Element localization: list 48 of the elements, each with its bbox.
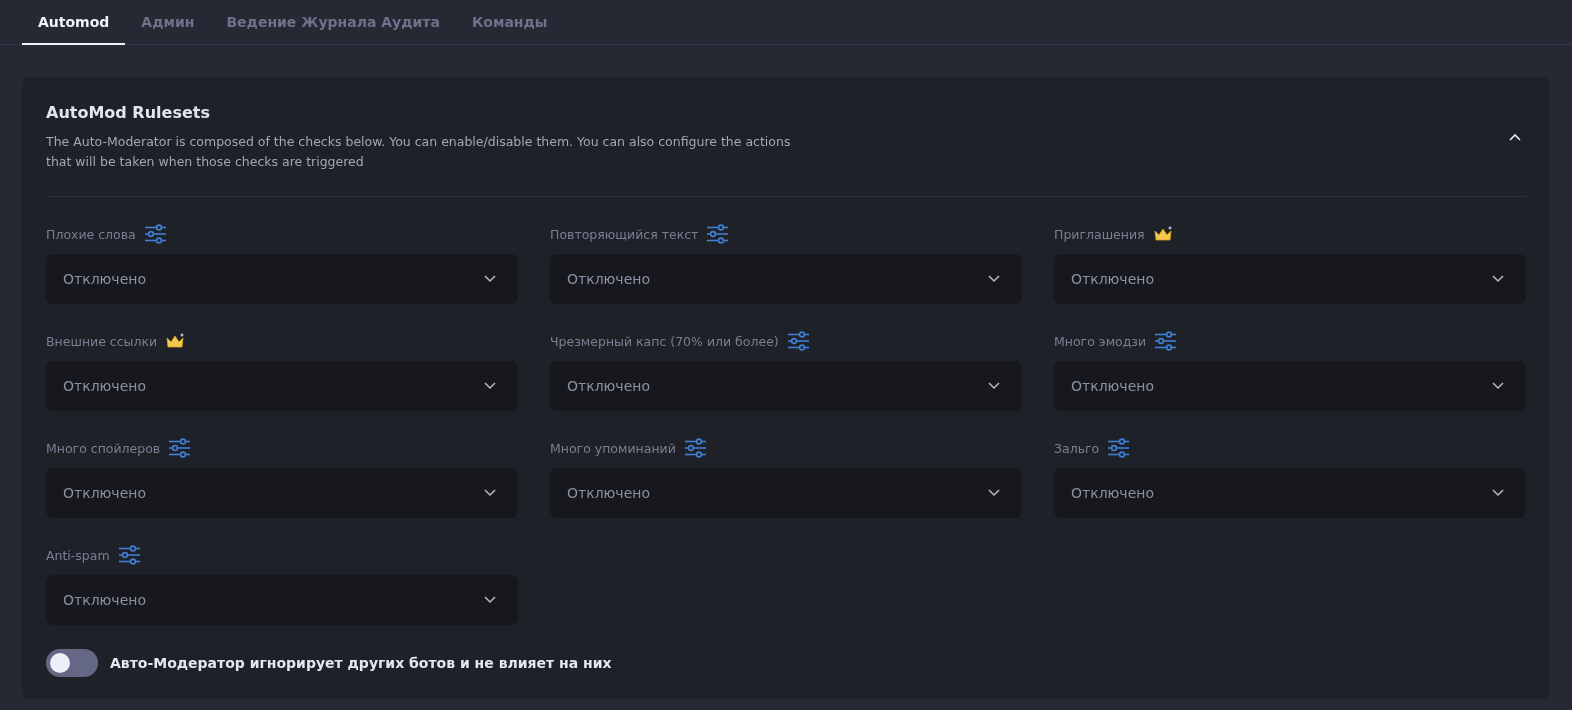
dropdown[interactable]: Отключено [1054,254,1526,304]
crown-icon [166,333,186,349]
dropdown[interactable]: Отключено [550,361,1022,411]
panel-title: AutoMod Rulesets [46,103,211,122]
sliders-icon[interactable] [787,331,809,351]
chevron-down-icon [988,489,1000,497]
rule-label: Плохие слова [46,226,136,242]
chevron-down-icon [1492,382,1504,390]
chevron-down-icon [484,489,496,497]
chevron-down-icon [988,275,1000,283]
rule-label: Зальго [1054,440,1100,456]
tab[interactable]: Команды [455,0,564,45]
tab[interactable]: Ведение Журнала Аудита [210,0,456,45]
rule-label: Много спойлеров [46,440,161,456]
chevron-down-icon [988,382,1000,390]
tab[interactable]: Админ [125,0,211,45]
panel-description: The Auto-Moderator is composed of the checks below. You can enable/disable them. You can also configure the actions that will be taken when those checks are triggered [46,133,792,171]
tab[interactable]: Automod [22,0,126,45]
chevron-down-icon [1492,489,1504,497]
rule-label: Anti-spam [46,547,110,563]
chevron-down-icon [484,382,496,390]
dropdown[interactable]: Отключено [46,254,518,304]
toggle-label: Авто-Модератор игнорирует других ботов и не влияет на них [110,655,612,671]
rule-label: Внешние ссылки [46,333,158,349]
dropdown[interactable]: Отключено [46,575,518,625]
sliders-icon[interactable] [1108,438,1130,458]
rule-label: Много эмодзи [1054,333,1147,349]
chevron-down-icon [484,596,496,604]
sliders-icon[interactable] [1155,331,1177,351]
sliders-icon[interactable] [144,224,166,244]
rule-label: Чрезмерный капс (70% или более) [550,333,779,349]
sliders-icon[interactable] [169,438,191,458]
dropdown[interactable]: Отключено [46,361,518,411]
sliders-icon[interactable] [118,545,140,565]
dropdown[interactable]: Отключено [1054,468,1526,518]
chevron-down-icon [484,275,496,283]
rule-label: Приглашения [1054,226,1145,242]
dropdown[interactable]: Отключено [46,468,518,518]
rule-label: Повторяющийся текст [550,226,699,242]
dropdown[interactable]: Отключено [550,468,1022,518]
dropdown[interactable]: Отключено [1054,361,1526,411]
crown-icon [1153,226,1173,242]
rule-label: Много упоминаний [550,440,676,456]
sliders-icon[interactable] [707,224,729,244]
dropdown[interactable]: Отключено [550,254,1022,304]
sliders-icon[interactable] [684,438,706,458]
chevron-down-icon [1492,275,1504,283]
toggle-switch[interactable] [46,649,98,677]
